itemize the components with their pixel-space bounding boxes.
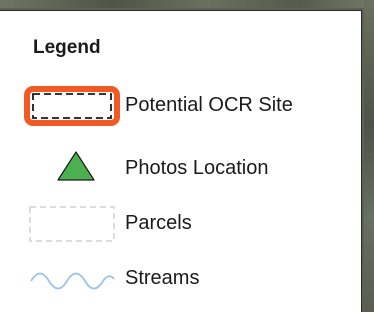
legend-label: Parcels [125,212,192,234]
legend-label: Streams [125,267,200,289]
potential-ocr-site-symbol-icon [24,86,120,126]
parcels-symbol-icon [29,206,115,242]
legend-label: Photos Location [125,157,269,179]
map-background-strip [0,0,374,8]
legend-item-parcels: Parcels [0,204,360,244]
green-triangle-icon [57,151,95,181]
legend-title: Legend [33,37,101,58]
map-legend: Legend Potential OCR Site Photos Locatio… [0,10,362,312]
legend-item-photos-location: Photos Location [0,149,360,189]
legend-label: Potential OCR Site [125,94,293,116]
map-background-edge [364,0,374,312]
legend-item-streams: Streams [0,259,360,299]
legend-item-potential-ocr-site: Potential OCR Site [0,86,360,126]
stream-line-icon [30,272,115,290]
